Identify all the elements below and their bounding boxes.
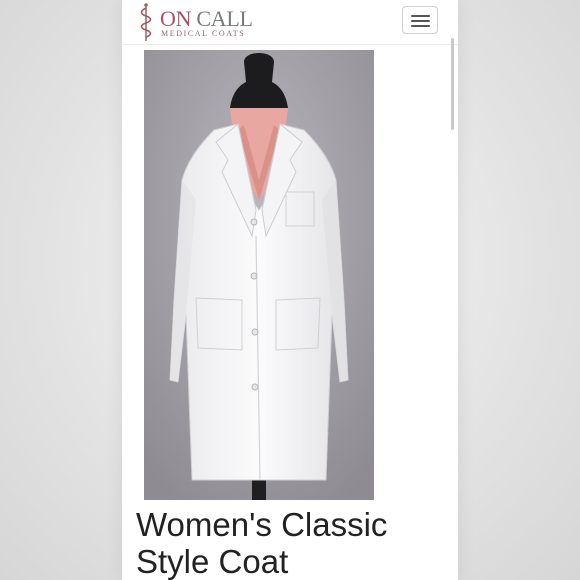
product-title: Women's Classic Style Coat [136,506,388,580]
hamburger-icon-bar-2 [411,20,430,22]
brand-tagline: MEDICAL COATS [161,29,246,38]
site-header: ON CALL MEDICAL COATS [122,0,458,45]
product-image[interactable] [144,50,374,500]
hamburger-icon-bar-1 [411,15,430,17]
hamburger-icon-bar-3 [411,25,430,27]
brand-name: ON CALL [160,6,253,31]
mobile-page: ON CALL MEDICAL COATS Women's Classic St… [122,0,458,580]
menu-toggle-button[interactable] [402,6,438,34]
scrollbar[interactable] [451,38,454,130]
caduceus-logo-icon [140,3,152,41]
brand-logo[interactable]: ON CALL MEDICAL COATS [138,2,268,42]
